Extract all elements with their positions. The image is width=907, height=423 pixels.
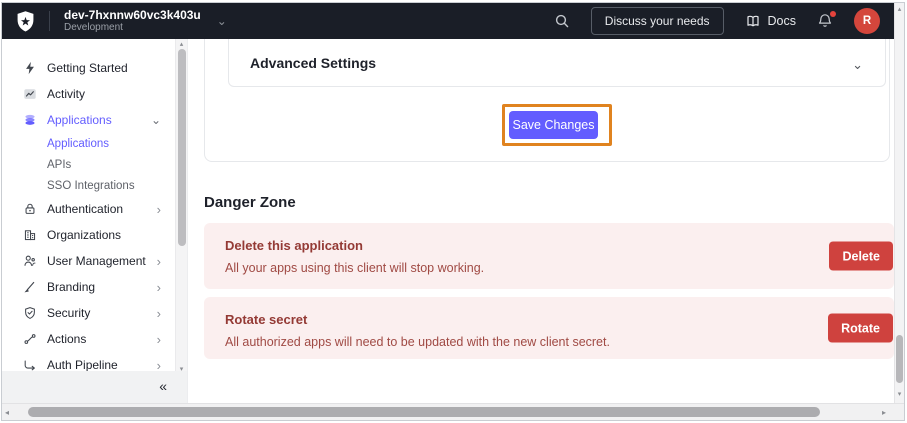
user-avatar[interactable]: R (854, 8, 880, 34)
sidebar-item-authentication[interactable]: Authentication › (2, 196, 187, 222)
topbar-divider (49, 11, 50, 31)
chevron-down-icon[interactable]: ⌄ (852, 57, 863, 73)
shield-star-icon (16, 11, 35, 32)
rotate-secret-card: Rotate secret All authorized apps will n… (204, 297, 894, 359)
chevron-down-icon: ⌄ (151, 113, 161, 127)
rotate-secret-title: Rotate secret (225, 312, 894, 328)
scroll-down-icon[interactable]: ▾ (895, 391, 904, 399)
chevron-right-icon: › (157, 306, 161, 321)
sidebar-item-organizations[interactable]: Organizations (2, 222, 187, 248)
lock-icon (22, 202, 37, 217)
rotate-secret-description: All authorized apps will need to be upda… (225, 334, 894, 350)
sidebar-footer: « (2, 371, 187, 403)
top-navigation-bar: dev-7hxnnw60vc3k403u Development ⌄ Discu… (2, 3, 894, 39)
scroll-right-icon[interactable]: ▸ (882, 408, 886, 417)
sidebar-item-applications[interactable]: Applications ⌄ (2, 107, 187, 133)
flow-icon (22, 332, 37, 347)
tenant-switcher[interactable]: dev-7hxnnw60vc3k403u Development ⌄ (64, 8, 227, 34)
save-changes-button[interactable]: Save Changes (509, 111, 598, 139)
sidebar-item-getting-started[interactable]: Getting Started (2, 55, 187, 81)
sidebar-scrollbar[interactable]: ▴ ▾ (175, 39, 187, 377)
danger-zone-heading: Danger Zone (204, 194, 296, 211)
advanced-settings-section[interactable]: Advanced Settings ⌄ (228, 39, 886, 87)
notifications-button[interactable] (817, 13, 833, 29)
book-icon (745, 13, 761, 29)
auth0-logo[interactable] (16, 11, 35, 32)
chevron-right-icon: › (157, 358, 161, 372)
tenant-name: dev-7hxnnw60vc3k403u (64, 8, 201, 22)
rotate-button[interactable]: Rotate (828, 314, 893, 343)
organization-icon (22, 228, 37, 243)
notification-badge (830, 11, 836, 17)
brush-icon (22, 280, 37, 295)
content-row: Getting Started Activity (2, 39, 894, 403)
chevron-right-icon: › (157, 202, 161, 217)
delete-application-card: Delete this application All your apps us… (204, 223, 894, 289)
docs-link[interactable]: Docs (745, 13, 796, 29)
scroll-up-icon[interactable]: ▴ (895, 6, 904, 14)
sidebar-scrollbar-thumb[interactable] (178, 49, 186, 246)
discuss-your-needs-button[interactable]: Discuss your needs (591, 7, 724, 35)
sidebar-subitem-applications[interactable]: Applications (2, 133, 187, 154)
sidebar-nav: Getting Started Activity (2, 39, 187, 371)
chevron-right-icon: › (157, 332, 161, 347)
page-horizontal-scrollbar[interactable]: ◂ ▸ (2, 403, 904, 420)
delete-application-description: All your apps using this client will sto… (225, 260, 894, 276)
sidebar-item-actions[interactable]: Actions › (2, 326, 187, 352)
main-content: Advanced Settings ⌄ Save Changes Danger … (187, 39, 894, 403)
sidebar-collapse-button[interactable]: « (153, 376, 173, 396)
sidebar-item-branding[interactable]: Branding › (2, 274, 187, 300)
scroll-up-icon[interactable]: ▴ (176, 41, 187, 49)
search-icon[interactable] (554, 13, 570, 29)
activity-icon (22, 87, 37, 102)
docs-label: Docs (768, 14, 796, 28)
pipeline-icon (22, 358, 37, 372)
sidebar-subitem-sso-integrations[interactable]: SSO Integrations (2, 175, 187, 196)
horizontal-scrollbar-thumb[interactable] (28, 407, 820, 417)
vertical-scrollbar-thumb[interactable] (896, 335, 903, 383)
chevron-down-icon: ⌄ (217, 16, 227, 26)
chevron-right-icon: › (157, 280, 161, 295)
page-vertical-scrollbar[interactable]: ▴ ▾ (894, 3, 904, 403)
delete-button[interactable]: Delete (829, 242, 893, 271)
users-icon (22, 254, 37, 269)
delete-application-title: Delete this application (225, 238, 894, 254)
shield-check-icon (22, 306, 37, 321)
sidebar-item-auth-pipeline[interactable]: Auth Pipeline › (2, 352, 187, 371)
browser-window: dev-7hxnnw60vc3k403u Development ⌄ Discu… (1, 2, 905, 421)
sidebar: Getting Started Activity (2, 39, 187, 403)
applications-icon (22, 113, 37, 128)
sidebar-item-activity[interactable]: Activity (2, 81, 187, 107)
scroll-left-icon[interactable]: ◂ (5, 408, 9, 417)
sidebar-item-user-management[interactable]: User Management › (2, 248, 187, 274)
sidebar-subitem-apis[interactable]: APIs (2, 154, 187, 175)
advanced-settings-title: Advanced Settings (250, 55, 376, 71)
sidebar-item-security[interactable]: Security › (2, 300, 187, 326)
tenant-environment: Development (64, 22, 201, 34)
chevron-right-icon: › (157, 254, 161, 269)
lightning-icon (22, 61, 37, 76)
